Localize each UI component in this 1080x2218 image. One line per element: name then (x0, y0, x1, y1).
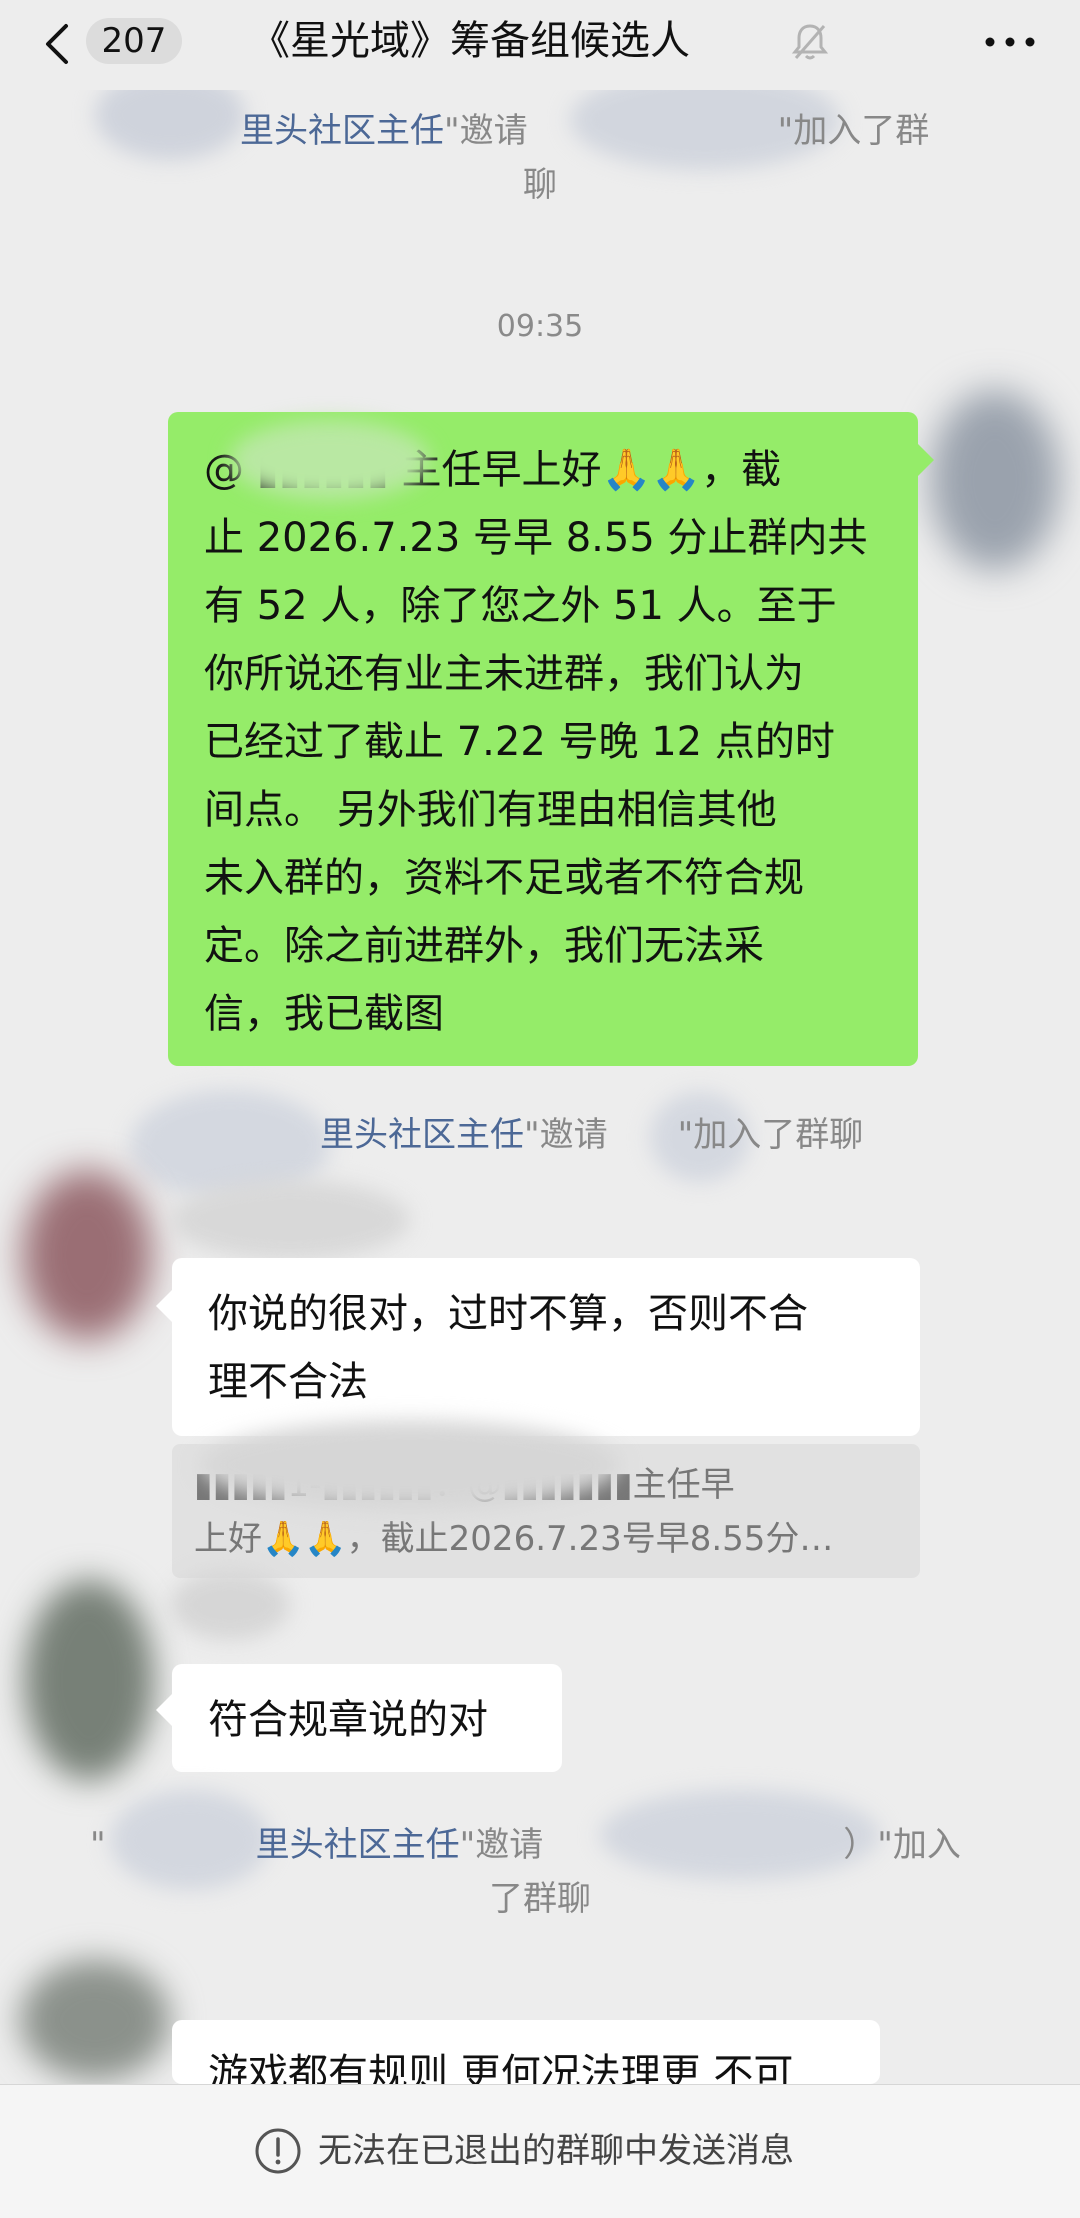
received-message-text: 符合规章说的对 (208, 1697, 488, 1743)
time-stamp: 09:35 (496, 309, 584, 344)
disabled-notice-text: 无法在已退出的群聊中发送消息 (318, 2131, 794, 2171)
exclamation-circle-icon (255, 2128, 301, 2174)
redacted-name (200, 1420, 620, 1510)
sent-message-text: @ ▮▮▮▮▮▮ 主任早上好🙏🙏，截 止 2026.7.23 号早 8.55 分… (204, 447, 868, 1037)
unread-count-badge[interactable]: 207 (86, 18, 182, 64)
sent-message-bubble[interactable]: @ ▮▮▮▮▮▮ 主任早上好🙏🙏，截 止 2026.7.23 号早 8.55 分… (168, 412, 918, 1066)
bubble-tail (156, 1694, 172, 1726)
avatar[interactable] (20, 1960, 170, 2080)
bubble-tail (156, 1290, 172, 1322)
avatar[interactable] (24, 1580, 154, 1780)
chat-header: 207 《星光域》筹备组候选人 (0, 0, 1080, 90)
received-message-bubble[interactable]: 你说的很对，过时不算，否则不合 理不合法 (172, 1258, 920, 1436)
system-message-join-line2: 聊 (523, 165, 557, 205)
system-message-join: " 里头社区主任"邀请 ）"加入 (90, 1825, 961, 1865)
chevron-left-icon[interactable] (38, 22, 78, 66)
system-message-join: 里头社区主任"邀请 "加入了群聊 (320, 1115, 864, 1155)
sender-name (170, 1180, 410, 1260)
received-message-text: 游戏都有规则 更何况法理更 不可 (208, 2051, 794, 2084)
received-message-bubble[interactable]: 符合规章说的对 (172, 1664, 562, 1772)
received-message-text: 你说的很对，过时不算，否则不合 理不合法 (208, 1291, 808, 1405)
sender-name (170, 1570, 290, 1640)
bell-off-icon (791, 24, 829, 60)
system-message-join-line2: 了群聊 (489, 1879, 591, 1919)
chat-input-disabled-bar: 无法在已退出的群聊中发送消息 (0, 2084, 1080, 2218)
received-message-bubble[interactable]: 游戏都有规则 更何况法理更 不可 (172, 2020, 880, 2084)
system-message-join: 里头社区主任"邀请 "加入了群 (240, 111, 930, 151)
redacted-name (230, 420, 430, 500)
avatar[interactable] (22, 1170, 152, 1340)
chat-title[interactable]: 《星光域》筹备组候选人 (250, 10, 790, 72)
bubble-tail (918, 444, 934, 476)
more-icon[interactable] (980, 24, 1040, 60)
avatar[interactable] (930, 390, 1060, 570)
